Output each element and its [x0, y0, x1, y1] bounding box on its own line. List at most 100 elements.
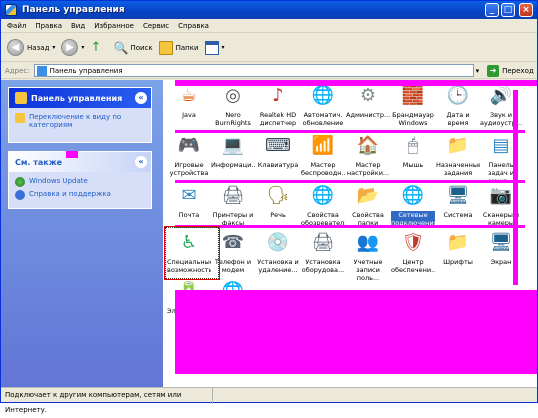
control-panel-item[interactable]: 👥 Учетные записи поль...	[346, 230, 390, 286]
title-bar[interactable]: Панель управления _ □ ×	[1, 1, 537, 19]
back-arrow-icon: ◀	[7, 39, 24, 56]
chevron-down-icon[interactable]: ▾	[476, 67, 480, 75]
panel-header[interactable]: См. также «	[9, 152, 151, 172]
switch-to-category-view-link[interactable]: Переключение к виду по категориям	[15, 113, 145, 129]
up-button[interactable]: ↑	[90, 39, 107, 55]
window-title: Панель управления	[22, 5, 125, 15]
forward-button[interactable]: ▶ ▾	[61, 39, 84, 56]
applet-icon: 🗣	[266, 185, 290, 206]
applet-label: Назначенные задания	[436, 161, 480, 177]
applet-icon: 📷	[489, 185, 513, 206]
applet-icon: 🖨	[311, 232, 335, 253]
applet-icon: 👥	[356, 232, 380, 253]
address-label: Адрес:	[5, 66, 30, 75]
chevron-down-icon[interactable]: ▾	[222, 44, 225, 51]
magenta-overlay	[66, 151, 78, 158]
menu-edit[interactable]: Правка	[35, 22, 62, 30]
applet-label: Nero BurnRights	[215, 111, 251, 127]
applet-label: Центр обеспечени...	[391, 258, 435, 274]
applet-icon: 📂	[356, 185, 380, 206]
address-field[interactable]: Панель управления	[33, 64, 474, 77]
magenta-overlay	[175, 80, 537, 86]
windows-update-link[interactable]: Windows Update	[15, 177, 145, 187]
magenta-overlay	[175, 180, 525, 183]
applet-icon: 🎮	[177, 135, 201, 156]
control-panel-item[interactable]: 💿 Установка и удаление...	[256, 230, 300, 286]
link-label: Справка и поддержка	[29, 190, 111, 198]
search-button[interactable]: 🔍 Поиск	[113, 41, 152, 55]
up-folder-icon: ↑	[90, 39, 102, 55]
chevron-down-icon[interactable]: ▾	[81, 44, 84, 51]
minimize-button[interactable]: _	[485, 3, 499, 17]
back-label: Назад	[27, 43, 50, 52]
applet-icon: ☎	[221, 232, 245, 253]
go-button[interactable]: ➜ Переход	[487, 64, 534, 77]
menu-view[interactable]: Вид	[71, 22, 85, 30]
toolbar: ◀ Назад ▾ ▶ ▾ ↑ 🔍 Поиск Папки ▾	[1, 34, 537, 62]
magenta-overlay	[513, 90, 518, 285]
applet-label: Игровые устройства	[169, 161, 209, 177]
applet-label: Шрифты	[443, 258, 473, 266]
applet-icon: ▤	[492, 135, 510, 156]
applet-icon: 🌐	[311, 185, 335, 206]
help-icon	[15, 190, 25, 200]
control-panel-box: Панель управления « Переключение к виду …	[8, 87, 152, 143]
panel-title: Панель управления	[31, 93, 123, 103]
applet-label: Мастер настройки...	[346, 161, 390, 177]
control-panel-item[interactable]: 🛡 Центр обеспечени...	[391, 230, 435, 286]
control-panel-item[interactable]: 🖨 Установка оборудова...	[301, 230, 345, 286]
status-bar: Подключает к другим компьютерам, сетям и…	[1, 387, 537, 414]
control-panel-item[interactable]: 📁 Шрифты	[436, 230, 480, 286]
collapse-chevron-icon[interactable]: «	[135, 156, 147, 168]
search-icon: 🔍	[113, 40, 129, 55]
applet-label: Клавиатура	[257, 161, 299, 169]
applet-label: Дата и время	[446, 111, 470, 127]
applet-label: Учетные записи поль...	[353, 258, 383, 282]
applet-icon: 🔊	[489, 85, 513, 106]
help-support-link[interactable]: Справка и поддержка	[15, 190, 145, 200]
applet-icon: 🛡	[401, 232, 425, 253]
chevron-down-icon[interactable]: ▾	[52, 44, 55, 51]
applet-icon: ⚙	[359, 85, 377, 106]
close-button[interactable]: ×	[519, 3, 533, 17]
control-panel-icon	[15, 92, 27, 104]
applet-label: Автоматич. обновление	[302, 111, 344, 127]
applet-icon: ♪	[272, 85, 284, 106]
magenta-overlay	[175, 290, 537, 374]
applet-label: Установка оборудова...	[301, 258, 345, 274]
applet-icon: 🌐	[401, 185, 425, 206]
menu-tools[interactable]: Сервис	[143, 22, 169, 30]
go-arrow-icon: ➜	[487, 64, 500, 77]
menu-help[interactable]: Справка	[178, 22, 209, 30]
applet-label: Realtek HD диспетчер	[259, 111, 297, 127]
panel-title: См. также	[15, 157, 63, 167]
search-label: Поиск	[130, 43, 153, 52]
windows-update-icon	[15, 177, 25, 187]
address-bar: Адрес: Панель управления ▾ ➜ Переход	[1, 63, 537, 79]
back-button[interactable]: ◀ Назад ▾	[7, 39, 55, 56]
menu-file[interactable]: Файл	[7, 22, 26, 30]
folders-button[interactable]: Папки	[158, 40, 199, 55]
maximize-button[interactable]: □	[501, 3, 515, 17]
magenta-overlay	[175, 130, 525, 133]
applet-label: Система	[443, 211, 473, 219]
views-icon	[204, 40, 219, 55]
applet-icon: 🏠	[356, 135, 380, 156]
applet-icon: 🌐	[311, 85, 335, 106]
address-value: Панель управления	[49, 66, 123, 75]
link-label: Windows Update	[29, 177, 88, 185]
applet-label: Мышь	[402, 161, 424, 169]
applet-label: Администр...	[346, 111, 390, 119]
applet-label: Почта	[178, 211, 200, 219]
applet-icon: ☕	[180, 85, 198, 106]
forward-arrow-icon: ▶	[61, 39, 79, 56]
applet-label: Речь	[270, 211, 286, 219]
views-button[interactable]: ▾	[204, 40, 225, 55]
menu-favorites[interactable]: Избранное	[94, 22, 134, 30]
applet-icon: 🖨	[221, 185, 245, 206]
collapse-chevron-icon[interactable]: «	[135, 92, 147, 104]
applet-label: Мастер беспроводн...	[301, 161, 345, 177]
panel-header[interactable]: Панель управления «	[9, 88, 151, 108]
applet-icon: 🕒	[446, 85, 470, 106]
applet-icon: 🖥	[489, 232, 513, 253]
